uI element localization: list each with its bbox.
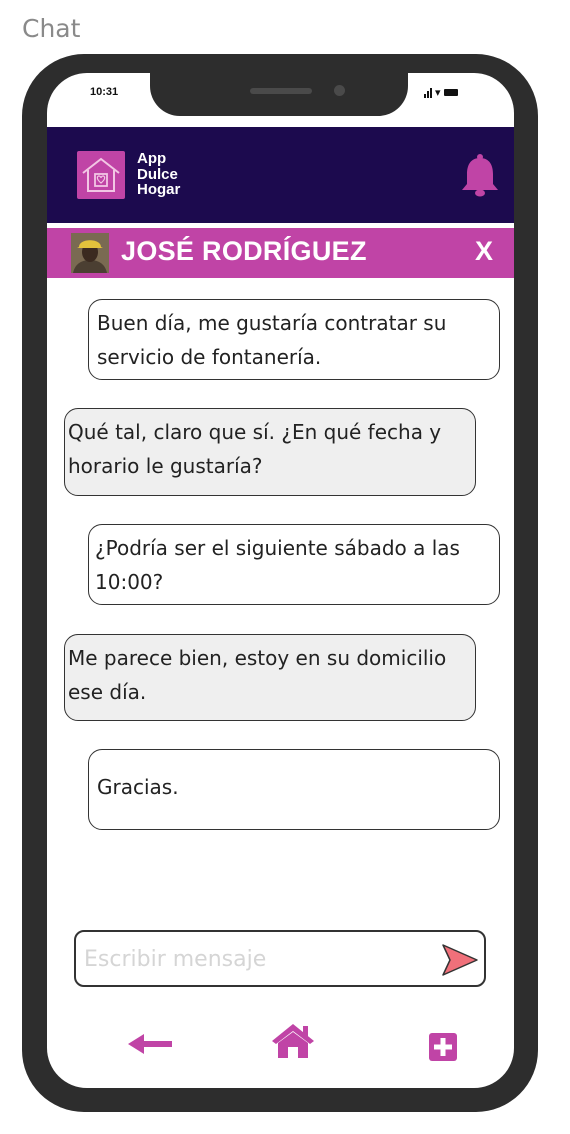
send-icon[interactable] [440, 942, 480, 978]
signal-icon [424, 87, 432, 98]
app-name-line: Hogar [137, 181, 181, 198]
phone-notch [150, 54, 408, 116]
status-icons: ▾ [424, 85, 458, 99]
home-logo-icon [82, 157, 120, 192]
message-bubble-outgoing: Buen día, me gustaría contratar su servi… [88, 299, 500, 380]
app-name-line: App [137, 150, 167, 167]
message-bubble-incoming: Qué tal, claro que sí. ¿En qué fecha y h… [64, 408, 476, 496]
close-button[interactable]: X [475, 236, 493, 267]
contact-name: JOSÉ RODRÍGUEZ [121, 236, 367, 266]
contact-bar: JOSÉ RODRÍGUEZ X [47, 228, 514, 278]
battery-icon [443, 88, 458, 96]
message-bubble-incoming: Me parece bien, estoy en su domicilio es… [64, 634, 476, 721]
wifi-icon: ▾ [435, 85, 441, 99]
app-name-line: Dulce [137, 165, 178, 183]
phone-camera [334, 85, 345, 96]
avatar [71, 233, 109, 273]
page-label: Chat [22, 14, 81, 43]
message-bubble-outgoing: ¿Podría ser el siguiente sábado a las 10… [88, 524, 500, 605]
phone-speaker [250, 88, 312, 94]
back-arrow-icon[interactable] [126, 1030, 174, 1058]
message-composer [74, 930, 486, 987]
add-icon[interactable] [429, 1033, 457, 1061]
status-time: 10:31 [90, 86, 119, 98]
app-name: App Dulce Hogar [137, 151, 180, 198]
app-header: App Dulce Hogar [47, 127, 514, 223]
app-logo [77, 151, 125, 199]
home-icon[interactable] [270, 1022, 316, 1060]
message-bubble-outgoing: Gracias. [88, 749, 500, 830]
message-input[interactable] [82, 940, 426, 978]
bell-icon[interactable] [457, 152, 503, 198]
